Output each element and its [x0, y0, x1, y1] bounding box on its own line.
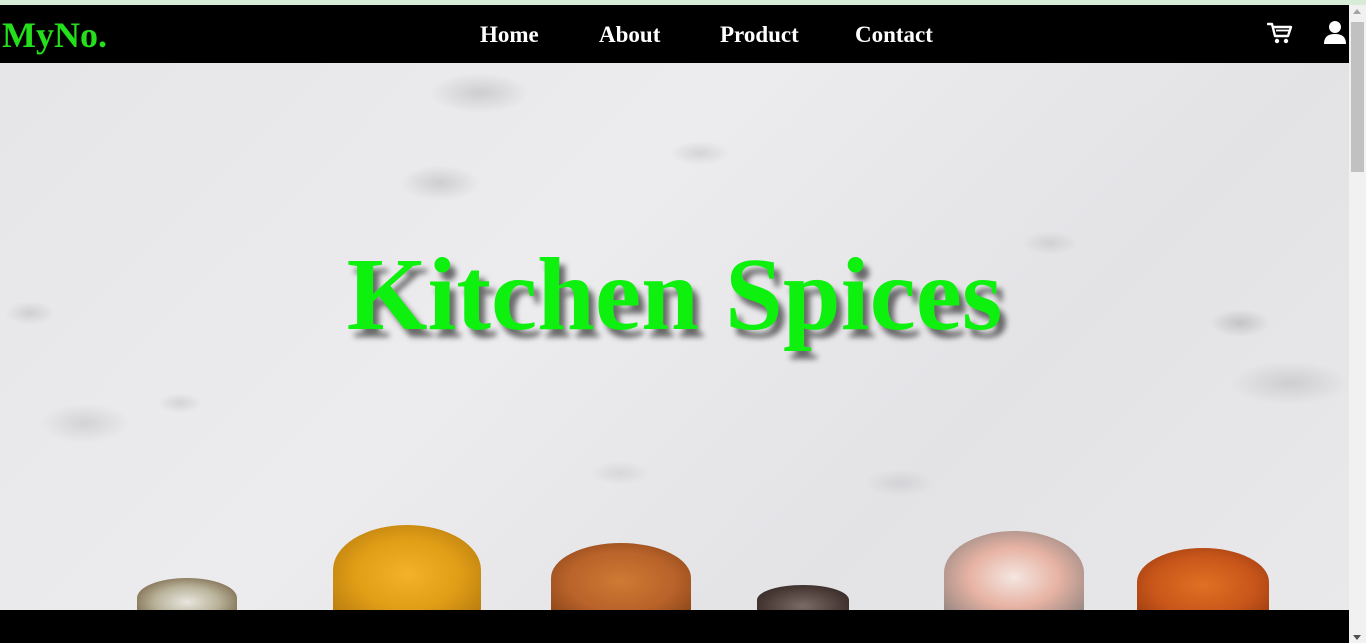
- spice-spoon-image: [757, 585, 849, 610]
- nav-links: Home About Product Contact: [0, 5, 1349, 63]
- spice-spoon-image: [551, 543, 691, 610]
- scrollbar-thumb[interactable]: [1351, 22, 1364, 172]
- nav-link-contact[interactable]: Contact: [855, 21, 933, 49]
- spice-spoon-image: [333, 525, 481, 610]
- spice-spoon-image: [1137, 548, 1269, 610]
- vertical-scrollbar[interactable]: [1349, 5, 1366, 643]
- scroll-up-arrow-icon[interactable]: [1353, 9, 1361, 14]
- nav-link-about[interactable]: About: [599, 21, 660, 49]
- user-icon[interactable]: [1322, 20, 1348, 46]
- hero-title: Kitchen Spices: [346, 237, 1003, 352]
- nav-link-product[interactable]: Product: [720, 21, 799, 49]
- cart-icon[interactable]: [1266, 20, 1293, 46]
- nav-link-home[interactable]: Home: [480, 21, 539, 49]
- section-divider-bar: [0, 610, 1349, 643]
- hero-banner: Kitchen Spices: [0, 63, 1349, 610]
- spice-spoon-image: [944, 531, 1084, 610]
- spice-spoon-image: [137, 578, 237, 610]
- scroll-down-arrow-icon[interactable]: [1353, 635, 1361, 640]
- navbar: MyNo. Home About Product Contact: [0, 5, 1349, 63]
